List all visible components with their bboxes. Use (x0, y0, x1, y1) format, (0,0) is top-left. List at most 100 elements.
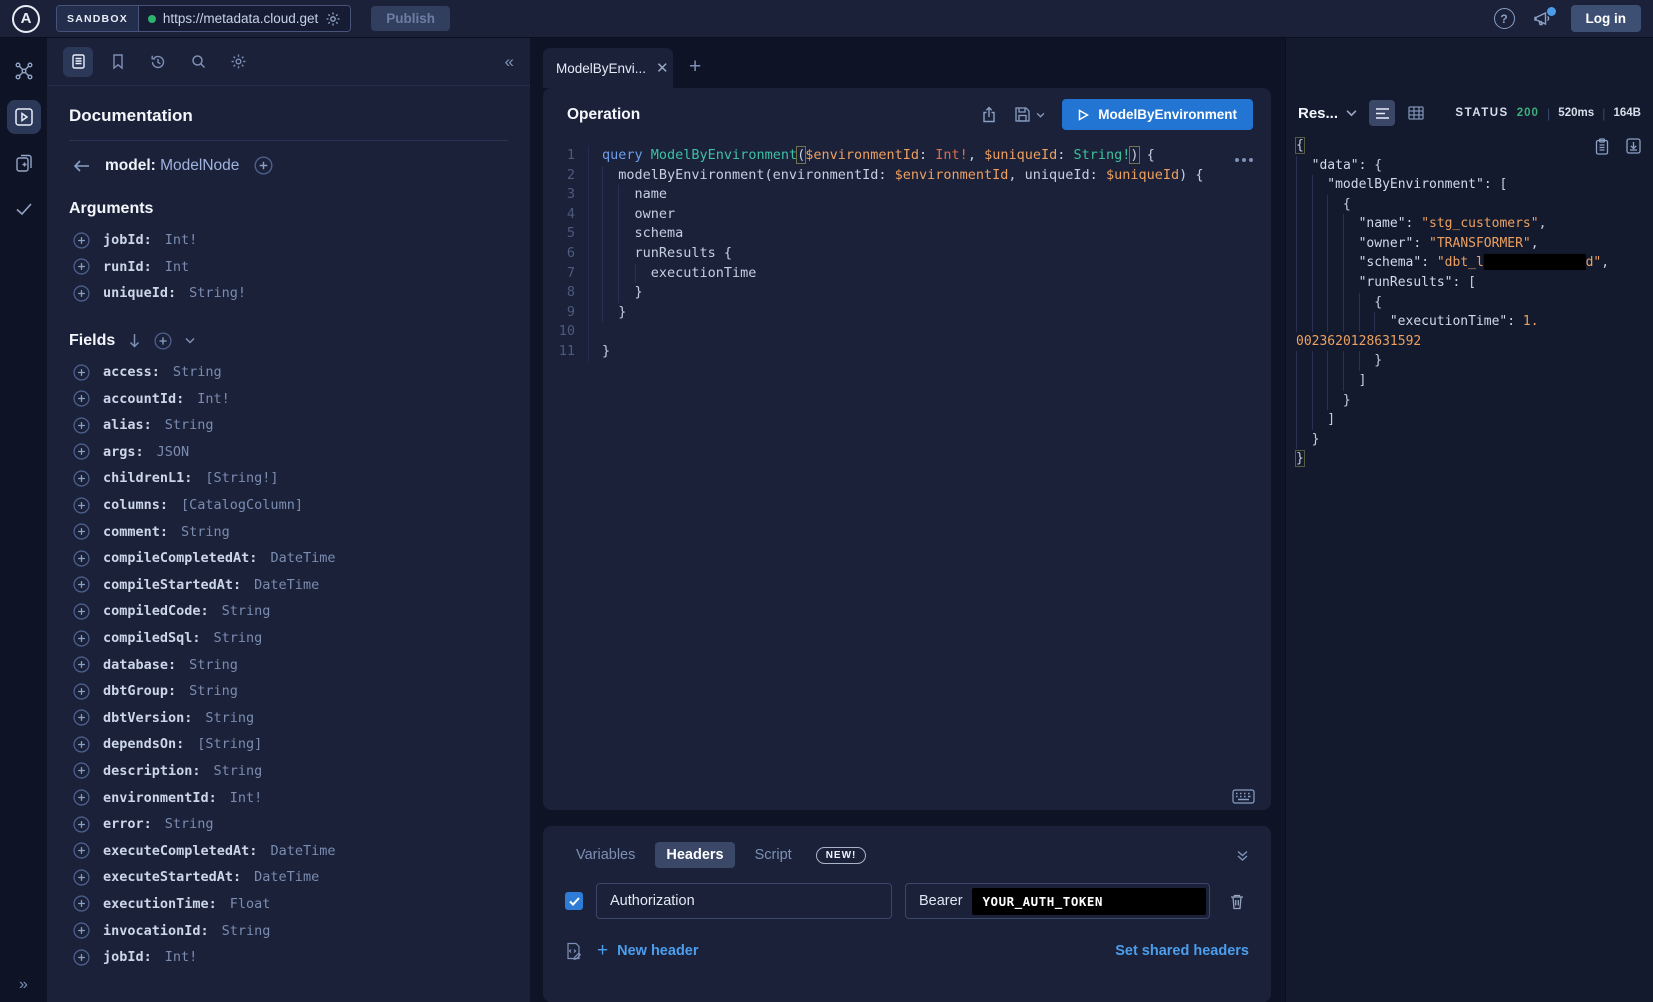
field-type[interactable]: [CatalogColumn] (181, 497, 303, 513)
connection-settings-gear-icon[interactable] (325, 11, 341, 27)
add-to-query-plus-icon[interactable] (73, 789, 90, 806)
field-row[interactable]: args:JSON (69, 439, 508, 466)
add-to-query-plus-icon[interactable] (73, 364, 90, 381)
response-json-viewer[interactable]: {"data": {"modelByEnvironment": [{"name"… (1286, 128, 1653, 1002)
history-icon[interactable] (143, 47, 173, 77)
argument-row[interactable]: uniqueId:String! (69, 280, 508, 307)
field-row[interactable]: compileCompletedAt:DateTime (69, 545, 508, 572)
publish-button[interactable]: Publish (371, 6, 450, 31)
field-type[interactable]: String (214, 763, 263, 779)
documentation-tab-icon[interactable] (63, 47, 93, 77)
argument-type[interactable]: Int (165, 259, 189, 275)
delete-header-icon[interactable] (1229, 893, 1245, 910)
table-view-icon[interactable] (1403, 100, 1429, 126)
field-row[interactable]: compileStartedAt:DateTime (69, 572, 508, 599)
add-to-query-plus-icon[interactable] (73, 869, 90, 886)
field-name[interactable]: jobId: (103, 949, 152, 965)
save-operation-group[interactable] (1014, 106, 1045, 123)
field-name[interactable]: description: (103, 763, 201, 779)
back-arrow-icon[interactable] (73, 159, 90, 173)
field-row[interactable]: executeStartedAt: DateTime (69, 864, 508, 891)
field-type[interactable]: DateTime (254, 869, 319, 885)
response-dropdown-chevron-icon[interactable] (1346, 109, 1357, 117)
tab-variables[interactable]: Variables (565, 842, 646, 868)
field-row[interactable]: invocationId:String (69, 917, 508, 944)
field-name[interactable]: error: (103, 816, 152, 832)
field-name[interactable]: dbtVersion: (103, 710, 192, 726)
field-name[interactable]: alias: (103, 417, 152, 433)
tab-script[interactable]: Script (744, 842, 803, 868)
add-to-query-plus-icon[interactable] (73, 949, 90, 966)
field-type[interactable]: String (165, 816, 214, 832)
field-row[interactable]: columns: [CatalogColumn] (69, 492, 508, 519)
field-row[interactable]: childrenL1:[String!] (69, 465, 508, 492)
operation-tab[interactable]: ModelByEnvi... ✕ (543, 48, 673, 88)
add-to-query-plus-icon[interactable] (73, 630, 90, 647)
field-name[interactable]: childrenL1: (103, 470, 192, 486)
field-type[interactable]: DateTime (270, 843, 335, 859)
field-row[interactable]: description: String (69, 758, 508, 785)
field-row[interactable]: dbtVersion:String (69, 705, 508, 732)
field-row[interactable]: database:String (69, 651, 508, 678)
expand-rail-icon[interactable]: » (0, 976, 47, 994)
download-response-icon[interactable] (1626, 138, 1641, 155)
field-name[interactable]: executionTime: (103, 896, 217, 912)
announcements-megaphone-icon[interactable] (1533, 10, 1553, 28)
field-row[interactable]: jobId: Int! (69, 944, 508, 971)
add-to-query-plus-icon[interactable] (73, 656, 90, 673)
add-to-query-plus-icon[interactable] (73, 550, 90, 567)
header-enabled-checkbox[interactable] (565, 892, 583, 910)
field-type[interactable]: String (181, 524, 230, 540)
field-type[interactable]: Float (230, 896, 271, 912)
field-name[interactable]: dependsOn: (103, 736, 184, 752)
login-button[interactable]: Log in (1571, 5, 1642, 32)
raw-view-icon[interactable] (1369, 100, 1395, 126)
add-to-query-plus-icon[interactable] (73, 683, 90, 700)
set-shared-headers-button[interactable]: Set shared headers (1115, 943, 1249, 959)
add-to-query-plus-icon[interactable] (73, 417, 90, 434)
bookmarks-icon[interactable] (103, 47, 133, 77)
field-name[interactable]: columns: (103, 497, 168, 513)
field-row[interactable]: executeCompletedAt:DateTime (69, 837, 508, 864)
add-all-fields-icon[interactable] (154, 332, 172, 350)
field-row[interactable]: alias: String (69, 412, 508, 439)
add-to-query-plus-icon[interactable] (73, 258, 90, 275)
collections-icon[interactable] (7, 146, 41, 180)
fields-options-chevron-icon[interactable] (185, 337, 195, 344)
add-to-query-plus-icon[interactable] (73, 842, 90, 859)
argument-row[interactable]: runId:Int (69, 254, 508, 281)
new-header-button[interactable]: + New header (597, 940, 699, 962)
field-name[interactable]: args: (103, 444, 144, 460)
add-to-query-plus-icon[interactable] (73, 762, 90, 779)
sort-fields-icon[interactable] (128, 333, 141, 348)
checks-icon[interactable] (7, 192, 41, 226)
field-type[interactable]: Int! (230, 790, 263, 806)
field-name[interactable]: compiledCode: (103, 603, 209, 619)
response-panel-label[interactable]: Res... (1298, 105, 1338, 122)
field-name[interactable]: compileCompletedAt: (103, 550, 257, 566)
endpoint-url-field[interactable]: https://metadata.cloud.get (139, 6, 350, 31)
field-name[interactable]: database: (103, 657, 176, 673)
argument-type[interactable]: Int! (165, 232, 198, 248)
help-icon[interactable]: ? (1494, 8, 1515, 29)
field-type[interactable]: Int! (165, 949, 198, 965)
add-to-query-plus-icon[interactable] (73, 816, 90, 833)
field-name[interactable]: executeStartedAt: (103, 869, 241, 885)
add-to-query-plus-icon[interactable] (73, 443, 90, 460)
field-name[interactable]: accountId: (103, 391, 184, 407)
field-row[interactable]: comment:String (69, 518, 508, 545)
explorer-icon[interactable] (7, 100, 41, 134)
field-row[interactable]: dbtGroup:String (69, 678, 508, 705)
tab-headers[interactable]: Headers (655, 842, 734, 868)
edit-raw-headers-icon[interactable] (565, 942, 582, 960)
endpoint-url-text[interactable]: https://metadata.cloud.get (163, 11, 318, 26)
collapse-docs-panel-icon[interactable]: « (505, 52, 514, 72)
field-type[interactable]: String (222, 923, 271, 939)
header-key-input[interactable]: Authorization (596, 883, 892, 919)
add-to-query-plus-icon[interactable] (73, 736, 90, 753)
add-to-query-plus-icon[interactable] (73, 603, 90, 620)
collapse-panel-chevrons-icon[interactable] (1236, 849, 1249, 862)
add-to-query-plus-icon[interactable] (73, 576, 90, 593)
argument-name[interactable]: jobId: (103, 232, 152, 248)
field-type[interactable]: String (165, 417, 214, 433)
